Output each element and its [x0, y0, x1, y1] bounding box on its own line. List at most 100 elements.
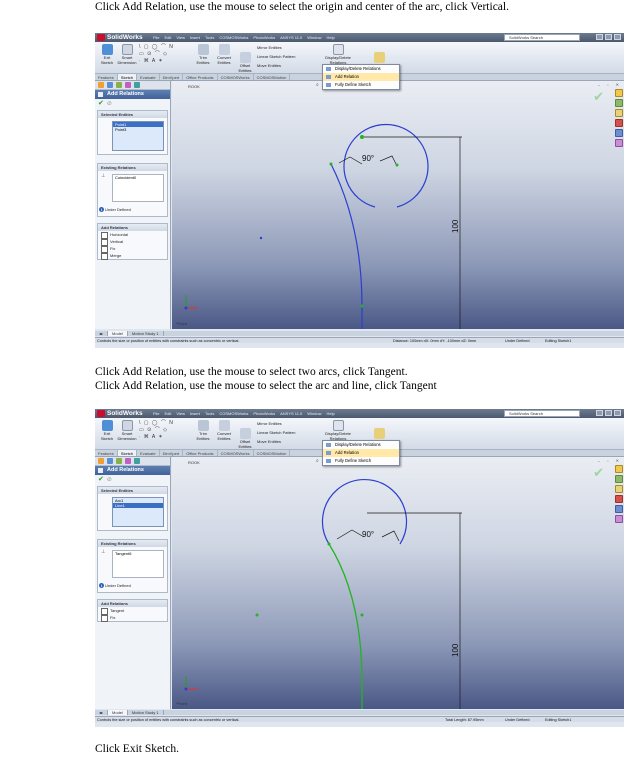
scroll-icon[interactable]: ◂▸: [95, 331, 109, 336]
tab-features[interactable]: Features: [95, 74, 118, 80]
list-item[interactable]: Point3: [113, 127, 163, 132]
sketch-entity-tools[interactable]: \ ▢ ◯ ⌒ N ▭ ⊙ ⌒ ◇ ∙ ⌘ A ✶: [139, 420, 183, 448]
menu-window[interactable]: Window: [307, 33, 321, 42]
selected-entities-list[interactable]: Point1 Point3: [112, 121, 164, 151]
dimxpert-icon[interactable]: [125, 458, 131, 464]
menu-display-delete-relations[interactable]: Display/Delete Relations: [323, 65, 399, 73]
menu-view[interactable]: View: [176, 409, 185, 418]
relation-vertical-button[interactable]: Vertical: [98, 238, 167, 246]
close-icon[interactable]: [614, 34, 621, 40]
menu-add-relation[interactable]: Add Relation: [323, 73, 399, 81]
trim-entities-button[interactable]: Trim Entities: [193, 44, 213, 65]
minimize-icon[interactable]: [596, 34, 603, 40]
tab-dimxpert[interactable]: DimXpert: [160, 450, 184, 456]
menu-help[interactable]: Help: [327, 409, 335, 418]
cancel-icon[interactable]: ⊘: [107, 477, 112, 483]
tab-office[interactable]: Office Products: [183, 74, 218, 80]
sketch-canvas[interactable]: 90° 100: [172, 457, 624, 709]
menu-fully-define-sketch[interactable]: Fully Define Sketch: [323, 457, 399, 465]
tab-model[interactable]: Model: [108, 710, 128, 715]
search-input[interactable]: SolidWorks Search: [504, 34, 580, 41]
offset-entities-button[interactable]: Offset Entities: [235, 52, 255, 73]
menu-view[interactable]: View: [176, 33, 185, 42]
menu-edit[interactable]: Edit: [164, 33, 171, 42]
relation-fix-button[interactable]: Fix: [98, 245, 167, 253]
relation-horizontal-button[interactable]: Horizontal: [98, 231, 167, 239]
convert-entities-button[interactable]: Convert Entities: [213, 420, 235, 441]
menu-display-delete-relations[interactable]: Display/Delete Relations: [323, 441, 399, 449]
graphics-area[interactable]: ROOK ⌕ ⊕ ◧ ▣ ◐ ▾ ‒ ▫ ✕ ✔ 90° 100: [172, 81, 624, 329]
existing-relations-list[interactable]: Tangent6: [112, 550, 164, 578]
tab-evaluate[interactable]: Evaluate: [137, 450, 160, 456]
menu-cosmosworks[interactable]: COSMOSWorks: [219, 409, 248, 418]
menu-fully-define-sketch[interactable]: Fully Define Sketch: [323, 81, 399, 89]
linear-pattern-button[interactable]: Linear Sketch Pattern: [257, 430, 295, 435]
menu-edit[interactable]: Edit: [164, 409, 171, 418]
selected-entities-list[interactable]: Arc1 Line1: [112, 497, 164, 527]
relation-fix-button[interactable]: Fix: [98, 614, 167, 622]
mirror-entities-button[interactable]: Mirror Entities: [257, 421, 282, 426]
menu-help[interactable]: Help: [327, 33, 335, 42]
exit-sketch-button[interactable]: Exit Sketch: [98, 420, 116, 441]
cancel-icon[interactable]: ⊘: [107, 101, 112, 107]
menu-window[interactable]: Window: [307, 409, 321, 418]
menu-photoworks[interactable]: PhotoWorks: [253, 33, 275, 42]
menu-tools[interactable]: Tools: [205, 409, 214, 418]
sketch-canvas[interactable]: 90° 100: [172, 81, 624, 329]
menu-insert[interactable]: Insert: [190, 33, 200, 42]
move-entities-button[interactable]: Move Entities: [257, 63, 281, 68]
feature-tree-icon[interactable]: [98, 458, 104, 464]
maximize-icon[interactable]: [605, 34, 612, 40]
menu-ansys[interactable]: ANSYS 11.0: [280, 33, 302, 42]
move-entities-button[interactable]: Move Entities: [257, 439, 281, 444]
config-icon[interactable]: [116, 82, 122, 88]
display-delete-relations-button[interactable]: Display/Delete Relations: [320, 420, 356, 441]
maximize-icon[interactable]: [605, 410, 612, 416]
menu-cosmosworks[interactable]: COSMOSWorks: [219, 33, 248, 42]
convert-entities-button[interactable]: Convert Entities: [213, 44, 235, 65]
menu-file[interactable]: File: [153, 409, 159, 418]
menu-tools[interactable]: Tools: [205, 33, 214, 42]
list-item[interactable]: Line1: [113, 503, 163, 508]
list-item[interactable]: Tangent6: [115, 551, 131, 556]
property-icon[interactable]: [107, 82, 113, 88]
smart-dimension-button[interactable]: Smart Dimension: [117, 420, 137, 441]
tab-motion-study[interactable]: Motion Study 1: [128, 710, 164, 715]
relation-tangent-button[interactable]: Tangent: [98, 607, 167, 615]
display-icon[interactable]: [134, 458, 140, 464]
display-delete-relations-button[interactable]: Display/Delete Relations: [320, 44, 356, 65]
smart-dimension-button[interactable]: Smart Dimension: [117, 44, 137, 65]
config-icon[interactable]: [116, 458, 122, 464]
display-icon[interactable]: [134, 82, 140, 88]
search-input[interactable]: SolidWorks Search: [504, 410, 580, 417]
offset-entities-button[interactable]: Offset Entities: [235, 428, 255, 449]
mirror-entities-button[interactable]: Mirror Entities: [257, 45, 282, 50]
tab-model[interactable]: Model: [108, 331, 128, 336]
trim-entities-button[interactable]: Trim Entities: [193, 420, 213, 441]
menu-add-relation[interactable]: Add Relation: [323, 449, 399, 457]
tab-sketch[interactable]: Sketch: [117, 450, 138, 456]
menu-photoworks[interactable]: PhotoWorks: [253, 409, 275, 418]
linear-pattern-button[interactable]: Linear Sketch Pattern: [257, 54, 295, 59]
property-icon[interactable]: [107, 458, 113, 464]
tab-cosmosworks[interactable]: COSMOSWorks: [218, 450, 254, 456]
close-icon[interactable]: [614, 410, 621, 416]
list-item[interactable]: Coincident0: [115, 175, 136, 180]
menu-insert[interactable]: Insert: [190, 409, 200, 418]
relation-merge-button[interactable]: Merge: [98, 252, 167, 260]
tab-office[interactable]: Office Products: [183, 450, 218, 456]
dimxpert-icon[interactable]: [125, 82, 131, 88]
tab-features[interactable]: Features: [95, 450, 118, 456]
ok-check-icon[interactable]: ✔: [98, 476, 104, 483]
ok-check-icon[interactable]: ✔: [98, 100, 104, 107]
sketch-entity-tools[interactable]: \ ▢ ◯ ⌒ N ▭ ⊙ ⌒ ◇ ∙ ⌘ A ✶: [139, 44, 183, 72]
tab-motion-study[interactable]: Motion Study 1: [128, 331, 164, 336]
scroll-icon[interactable]: ◂▸: [95, 710, 109, 715]
menu-file[interactable]: File: [153, 33, 159, 42]
tab-cosmosworks[interactable]: COSMOSWorks: [218, 74, 254, 80]
minimize-icon[interactable]: [596, 410, 603, 416]
feature-tree-icon[interactable]: [98, 82, 104, 88]
tab-evaluate[interactable]: Evaluate: [137, 74, 160, 80]
tab-cosmosmotion[interactable]: COSMOSMotion: [254, 74, 291, 80]
menu-ansys[interactable]: ANSYS 11.0: [280, 409, 302, 418]
